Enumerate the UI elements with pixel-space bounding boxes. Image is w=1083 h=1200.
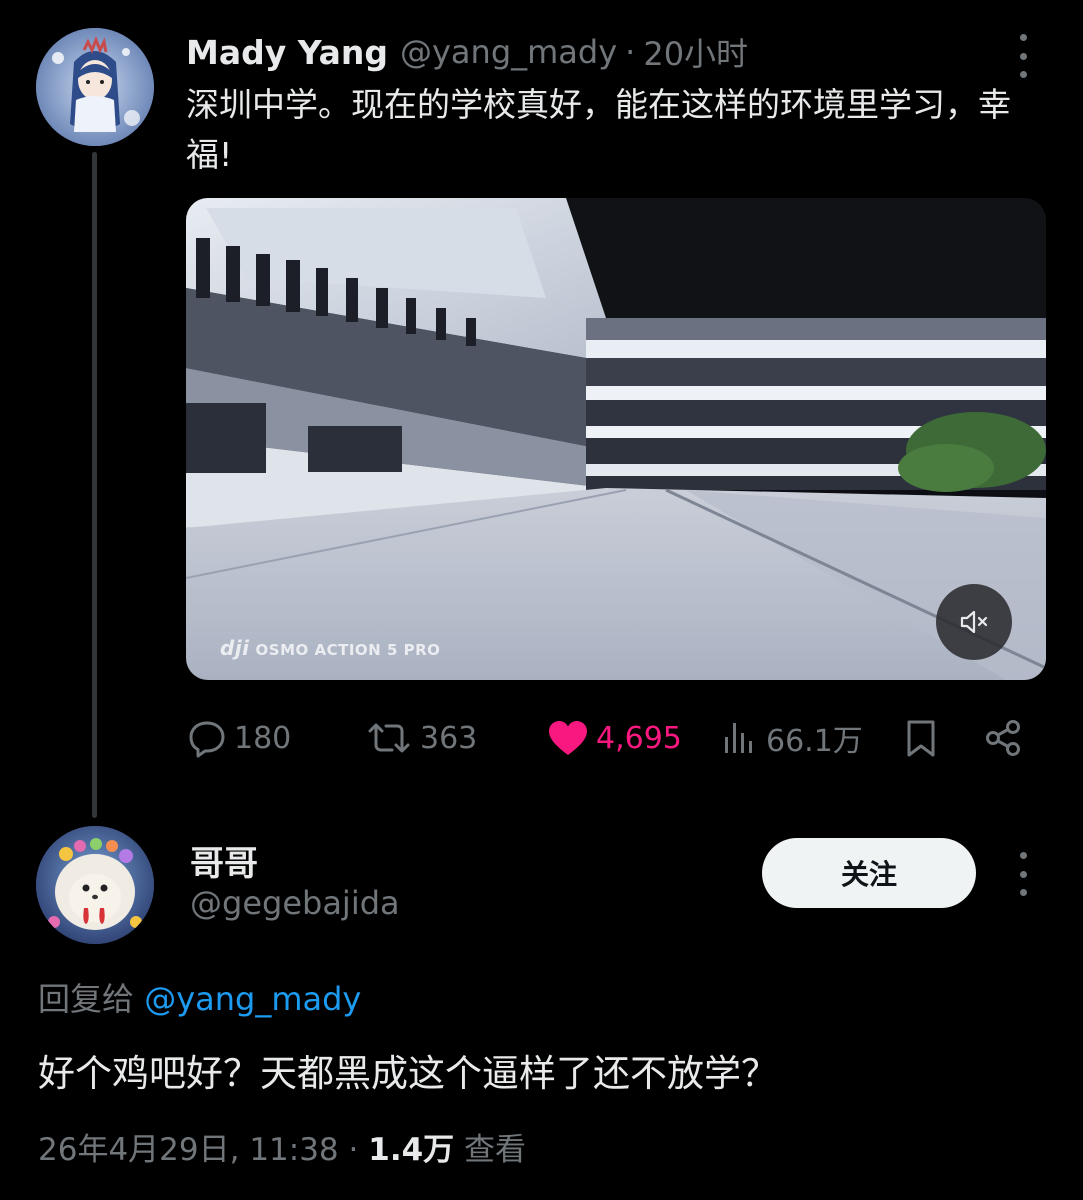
replying-to-line: 回复给 @yang_mady <box>38 974 361 1020</box>
analytics-bars-icon <box>725 723 752 753</box>
tweet-action-bar: 180 363 4,695 66.1万 <box>186 710 1036 766</box>
reply-count: 180 <box>234 720 292 756</box>
share-icon <box>986 720 1020 756</box>
reply-views-label: 查看 <box>464 1132 527 1168</box>
more-dot <box>1019 34 1027 41</box>
dji-logo: dji <box>220 636 250 660</box>
author-avatar[interactable] <box>36 28 154 146</box>
reply-button[interactable]: 180 <box>186 710 291 766</box>
more-dot <box>1019 52 1027 60</box>
volume-muted-icon <box>960 610 988 634</box>
like-count: 4,695 <box>596 720 682 756</box>
share-button[interactable] <box>982 710 1030 766</box>
repost-count: 363 <box>420 720 478 756</box>
mute-toggle-button[interactable] <box>936 584 1012 660</box>
more-dot <box>1019 870 1027 878</box>
video-watermark: dji OSMO ACTION 5 PRO <box>220 636 440 660</box>
author-handle[interactable]: @yang_mady <box>400 33 617 71</box>
replying-to-prefix: 回复给 <box>38 980 135 1018</box>
heart-filled-icon <box>549 721 587 755</box>
more-dot <box>1019 889 1027 896</box>
reply-text: 好个鸡吧好？天都黑成这个逼样了还不放学？ <box>38 1052 778 1095</box>
reply-author-handle[interactable]: @gegebajida <box>190 884 400 922</box>
header-separator: · <box>625 33 636 71</box>
tweet-header: Mady Yang @yang_mady · 20小时 <box>186 28 748 76</box>
tweet-thread-page: Mady Yang @yang_mady · 20小时 深圳中学。现在的学校真好… <box>0 0 1083 1200</box>
hedgehog-avatar-icon <box>36 826 154 944</box>
more-options-icon[interactable] <box>1017 852 1029 896</box>
replying-to-mention-link[interactable]: @yang_mady <box>144 980 361 1018</box>
bookmark-icon <box>907 720 935 757</box>
tweet-timestamp[interactable]: 20小时 <box>643 29 748 75</box>
reply-meta: 26年4月29日, 11:38 · 1.4万 查看 <box>38 1124 526 1169</box>
tweet-video[interactable]: dji OSMO ACTION 5 PRO <box>186 198 1046 680</box>
meta-separator: · <box>348 1132 359 1168</box>
anime-girl-avatar-icon <box>36 28 154 146</box>
watermark-text: OSMO ACTION 5 PRO <box>255 641 441 659</box>
more-dot <box>1019 852 1027 859</box>
reply-views-count: 1.4万 <box>368 1132 455 1168</box>
views-button[interactable]: 66.1万 <box>720 710 863 766</box>
repost-icon <box>368 723 410 753</box>
follow-button[interactable]: 关注 <box>762 838 976 908</box>
video-frame-school-corridor <box>186 198 1046 680</box>
author-display-name[interactable]: Mady Yang <box>186 33 388 72</box>
reply-author-display-name[interactable]: 哥哥 <box>190 836 258 885</box>
more-options-icon[interactable] <box>1017 34 1029 78</box>
tweet-text: 深圳中学。现在的学校真好，能在这样的环境里学习，幸福! <box>186 85 1011 174</box>
like-button[interactable]: 4,695 <box>546 710 682 766</box>
reply-date[interactable]: 26年4月29日, 11:38 <box>38 1132 339 1168</box>
views-count: 66.1万 <box>766 724 863 759</box>
reply-bubble-icon <box>189 721 225 758</box>
reply-author-avatar[interactable] <box>36 826 154 944</box>
more-dot <box>1019 71 1027 78</box>
repost-button[interactable]: 363 <box>364 710 477 766</box>
bookmark-button[interactable] <box>900 710 948 766</box>
thread-connector-line <box>92 152 97 818</box>
